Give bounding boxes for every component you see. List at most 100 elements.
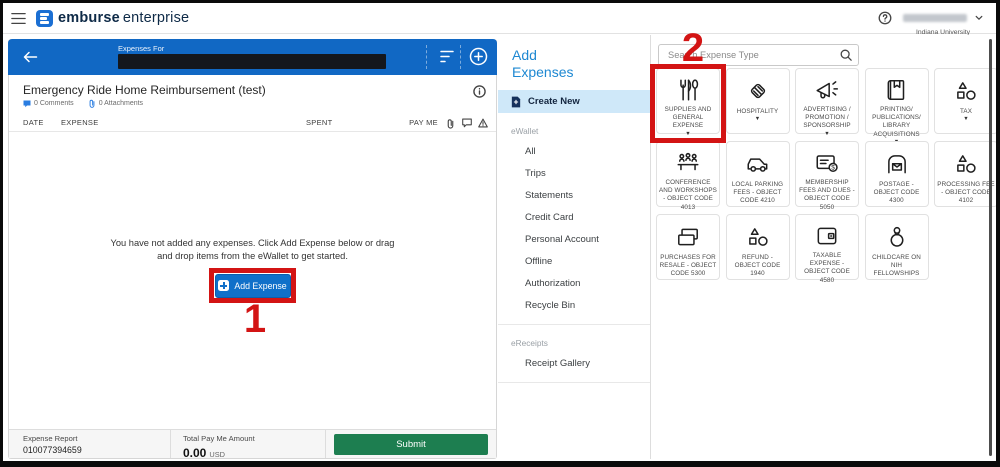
expense-type-tile[interactable]: HOSPITALITY▼: [726, 68, 790, 134]
report-footer: Expense Report 010077394659 Total Pay Me…: [9, 429, 496, 458]
total-payme-label: Total Pay Me Amount: [183, 434, 325, 443]
column-spent: SPENT: [306, 118, 333, 127]
comment-icon: [23, 100, 31, 108]
create-new-item[interactable]: Create New: [498, 90, 650, 113]
app-window: emburseenterprise Indiana University Exp…: [0, 0, 1000, 467]
expense-type-tile[interactable]: LOCAL PARKING FEES - OBJECT CODE 4210: [726, 141, 790, 207]
expense-type-tile[interactable]: TAXABLE EXPENSE - OBJECT CODE 4580: [795, 214, 859, 280]
expense-type-tile[interactable]: POSTAGE - OBJECT CODE 4300: [865, 141, 929, 207]
expense-type-tile[interactable]: PURCHASES FOR RESALE - OBJECT CODE 5300: [656, 214, 720, 280]
expense-type-tile[interactable]: $MEMBERSHIP FEES AND DUES - OBJECT CODE …: [795, 141, 859, 207]
expense-type-label: CONFERENCE AND WORKSHOPS - OBJECT CODE 4…: [657, 179, 719, 212]
annotation-box-2: [650, 64, 726, 143]
expense-type-tile[interactable]: CONFERENCE AND WORKSHOPS - OBJECT CODE 4…: [656, 141, 720, 207]
column-payme: PAY ME: [409, 118, 438, 127]
sort-icon[interactable]: [439, 49, 455, 64]
add-circle-icon[interactable]: [469, 47, 488, 66]
info-icon[interactable]: [473, 85, 486, 98]
expense-report-panel: Expenses For Emergency Ride Home Reimbur…: [8, 39, 497, 459]
expense-type-tile[interactable]: ADVERTISING / PROMOTION / SPONSORSHIP▼: [795, 68, 859, 134]
annotation-step-2: 2: [673, 26, 713, 71]
document-plus-icon: [511, 96, 521, 108]
ewallet-item-personal-account[interactable]: Personal Account: [498, 228, 650, 250]
expense-type-label: HOSPITALITY: [735, 108, 781, 116]
report-header-bar: Expenses For: [8, 39, 497, 75]
submit-button[interactable]: Submit: [334, 434, 488, 455]
ewallet-section-label: eWallet: [511, 126, 650, 136]
paperclip-icon: [88, 99, 96, 108]
expense-type-label: LOCAL PARKING FEES - OBJECT CODE 4210: [727, 181, 789, 206]
expense-type-tile[interactable]: PRINTING/ PUBLICATIONS/ LIBRARY ACQUISIT…: [865, 68, 929, 134]
user-name-redacted: [903, 14, 967, 22]
add-expenses-panel: Add Expenses Create New eWallet AllTrips…: [498, 35, 651, 459]
attachments-count[interactable]: 0 Attachments: [88, 99, 143, 108]
plus-icon: [218, 280, 229, 291]
search-icon: [840, 49, 852, 61]
column-expense: EXPENSE: [61, 118, 99, 127]
warning-icon: [478, 118, 488, 128]
column-date: DATE: [23, 118, 44, 127]
expenses-for-label: Expenses For: [118, 44, 164, 53]
ewallet-list: AllTripsStatementsCredit CardPersonal Ac…: [498, 140, 650, 316]
expense-type-label: REFUND - OBJECT CODE 1940: [727, 254, 789, 279]
ewallet-item-credit-card[interactable]: Credit Card: [498, 206, 650, 228]
comment-icon: [462, 118, 472, 128]
expense-table-header: DATE EXPENSE SPENT PAY ME: [9, 113, 496, 132]
chevron-down-icon: ▼: [824, 132, 829, 138]
report-title: Emergency Ride Home Reimbursement (test): [23, 83, 266, 97]
car-icon: [745, 150, 771, 178]
ereceipts-item-receipt-gallery[interactable]: Receipt Gallery: [498, 352, 650, 374]
pacifier-icon: [884, 223, 910, 251]
scrollbar[interactable]: [989, 39, 992, 456]
stacked-cards-icon: [675, 223, 701, 251]
expense-type-label: POSTAGE - OBJECT CODE 4300: [866, 181, 928, 206]
expense-report-label: Expense Report: [23, 434, 170, 443]
user-menu[interactable]: Indiana University: [900, 9, 986, 36]
top-bar: emburseenterprise Indiana University: [3, 3, 996, 34]
svg-text:$: $: [831, 165, 835, 172]
ewallet-item-statements[interactable]: Statements: [498, 184, 650, 206]
expense-type-label: TAXABLE EXPENSE - OBJECT CODE 4580: [796, 252, 858, 285]
ereceipts-list: Receipt Gallery: [498, 352, 650, 374]
chevron-down-icon: ▼: [963, 117, 968, 123]
expense-type-label: ADVERTISING / PROMOTION / SPONSORSHIP: [796, 106, 858, 131]
expense-type-label: TAX: [958, 108, 974, 116]
comments-count[interactable]: 0 Comments: [23, 100, 74, 108]
ewallet-item-authorization[interactable]: Authorization: [498, 272, 650, 294]
ewallet-item-trips[interactable]: Trips: [498, 162, 650, 184]
add-expense-button[interactable]: Add Expense: [215, 274, 291, 298]
brand-name: emburseenterprise: [58, 10, 189, 26]
chevron-down-icon: [975, 15, 983, 21]
ewallet-item-recycle-bin[interactable]: Recycle Bin: [498, 294, 650, 316]
hamburger-menu-icon[interactable]: [11, 12, 26, 25]
panel-title: Add Expenses: [498, 35, 650, 81]
brand-bold: emburse: [58, 10, 120, 26]
expense-type-panel: SUPPLIES AND GENERAL EXPENSE▼HOSPITALITY…: [652, 35, 992, 459]
empty-state-message: You have not added any expenses. Click A…: [9, 237, 496, 262]
expense-type-label: MEMBERSHIP FEES AND DUES - OBJECT CODE 5…: [796, 179, 858, 212]
handshake-icon: [745, 77, 771, 105]
annotation-step-1: 1: [231, 297, 279, 342]
paperclip-icon: [446, 118, 455, 129]
report-owner-redacted: [118, 54, 386, 69]
wallet-icon: [814, 223, 840, 249]
ewallet-item-all[interactable]: All: [498, 140, 650, 162]
back-arrow-icon[interactable]: [21, 48, 39, 66]
expense-type-tile[interactable]: REFUND - OBJECT CODE 1940: [726, 214, 790, 280]
expense-type-tile[interactable]: CHILDCARE ON NIH FELLOWSHIPS: [865, 214, 929, 280]
shapes-icon: [953, 77, 979, 105]
expense-type-label: PURCHASES FOR RESALE - OBJECT CODE 5300: [657, 254, 719, 279]
book-icon: [884, 77, 910, 103]
ewallet-item-offline[interactable]: Offline: [498, 250, 650, 272]
shapes-icon: [953, 150, 979, 178]
chevron-down-icon: ▼: [755, 117, 760, 123]
help-icon[interactable]: [878, 11, 892, 25]
expense-report-number: 010077394659: [23, 445, 170, 455]
emburse-logo-icon[interactable]: [36, 10, 53, 27]
total-payme-amount: 0.00USD: [183, 444, 325, 462]
expense-type-label: PRINTING/ PUBLICATIONS/ LIBRARY ACQUISIT…: [866, 106, 928, 139]
shapes-icon: [745, 223, 771, 251]
ereceipts-section-label: eReceipts: [511, 338, 650, 348]
conference-icon: [675, 150, 701, 176]
expense-type-label: CHILDCARE ON NIH FELLOWSHIPS: [866, 254, 928, 279]
